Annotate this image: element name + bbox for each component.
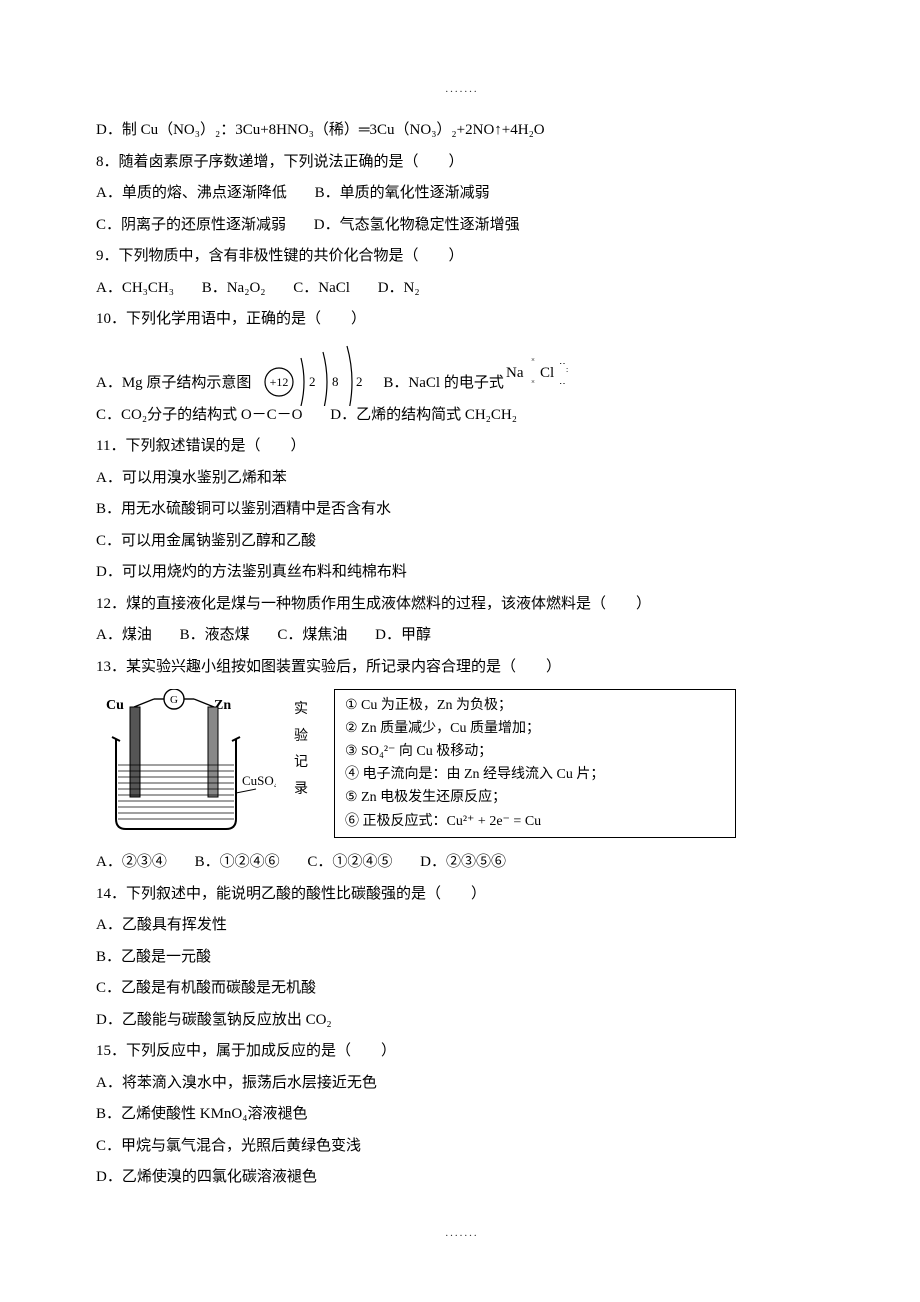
q8-row1: A．单质的熔、沸点逐渐降低 B．单质的氧化性逐渐减弱 xyxy=(96,178,828,210)
svg-text:2: 2 xyxy=(309,374,316,389)
q15-a: A．将苯滴入溴水中，振荡后水层接近无色 xyxy=(96,1068,828,1100)
q9-options: A．CH₃CH₃ B．Na₂O₂ C．NaCl D．N₂ xyxy=(96,273,828,305)
ellipsis-top: ....... xyxy=(96,78,828,101)
rec-label-3: 录 xyxy=(294,777,308,804)
q10-ab-row: A．Mg 原子结构示意图 +12 2 8 2 B．NaCl 的电子式 Na × … xyxy=(96,336,828,400)
svg-text:‥: ‥ xyxy=(559,357,566,367)
q10-c: C．CO₂分子的结构式 O－C－O xyxy=(96,407,303,423)
q15-b: B．乙烯使酸性 KMnO₄溶液褪色 xyxy=(96,1099,828,1131)
q11-c: C．可以用金属钠鉴别乙醇和乙酸 xyxy=(96,526,828,558)
galvanic-cell-icon: Cu Zn G CuSO₄ xyxy=(96,689,276,839)
svg-text:G: G xyxy=(170,694,178,706)
svg-text:CuSO₄: CuSO₄ xyxy=(242,773,276,788)
q11-b: B．用无水硫酸铜可以鉴别酒精中是否含有水 xyxy=(96,494,828,526)
q8-stem: 8．随着卤素原子序数递增，下列说法正确的是（ ） xyxy=(96,147,828,179)
svg-text:2: 2 xyxy=(356,374,363,389)
record-1: ① Cu 为正极，Zn 为负极； xyxy=(345,694,725,717)
q11-stem: 11．下列叙述错误的是（ ） xyxy=(96,431,828,463)
q10-d: D．乙烯的结构简式 CH₂CH₂ xyxy=(330,407,517,423)
q12-b: B．液态煤 xyxy=(180,627,250,643)
q15-stem: 15．下列反应中，属于加成反应的是（ ） xyxy=(96,1036,828,1068)
records-box: ① Cu 为正极，Zn 为负极； ② Zn 质量减少，Cu 质量增加； ③ SO… xyxy=(334,689,736,838)
q10-b-pre: B．NaCl 的电子式 xyxy=(383,368,503,400)
q14-b: B．乙酸是一元酸 xyxy=(96,942,828,974)
q9-d: D．N₂ xyxy=(378,280,420,296)
ellipsis-bottom: ....... xyxy=(96,1222,828,1245)
q9-stem: 9．下列物质中，含有非极性键的共价化合物是（ ） xyxy=(96,241,828,273)
svg-text:×: × xyxy=(531,357,535,364)
q14-d: D．乙酸能与碳酸氢钠反应放出 CO₂ xyxy=(96,1005,828,1037)
q14-c: C．乙酸是有机酸而碳酸是无机酸 xyxy=(96,973,828,1005)
svg-text:‥: ‥ xyxy=(559,376,566,387)
q12-options: A．煤油 B．液态煤 C．煤焦油 D．甲醇 xyxy=(96,620,828,652)
record-5: ⑤ Zn 电极发生还原反应； xyxy=(345,786,725,809)
record-6: ⑥ 正极反应式：Cu²⁺ + 2e⁻ = Cu xyxy=(345,810,725,833)
atom-structure-icon: +12 2 8 2 xyxy=(257,336,377,406)
q11-d: D．可以用烧灼的方法鉴别真丝布料和纯棉布料 xyxy=(96,557,828,589)
record-3: ③ SO₄²⁻ 向 Cu 极移动； xyxy=(345,740,725,763)
svg-text:Cl: Cl xyxy=(540,365,554,381)
q8-row2: C．阴离子的还原性逐渐减弱 D．气态氢化物稳定性逐渐增强 xyxy=(96,210,828,242)
q12-c: C．煤焦油 xyxy=(277,627,347,643)
q14-a: A．乙酸具有挥发性 xyxy=(96,910,828,942)
svg-text:×: × xyxy=(531,378,535,386)
q15-c: C．甲烷与氯气混合，光照后黄绿色变浅 xyxy=(96,1131,828,1163)
record-2: ② Zn 质量减少，Cu 质量增加； xyxy=(345,717,725,740)
q13-c: C．①②④⑤ xyxy=(307,854,392,870)
q14-stem: 14．下列叙述中，能说明乙酸的酸性比碳酸强的是（ ） xyxy=(96,879,828,911)
svg-text:+12: +12 xyxy=(270,375,289,389)
q13-b: B．①②④⑥ xyxy=(195,854,280,870)
q10-a-pre: A．Mg 原子结构示意图 xyxy=(96,368,251,400)
svg-text:Cu: Cu xyxy=(106,698,124,713)
q8-a: A．单质的熔、沸点逐渐降低 xyxy=(96,185,287,201)
svg-text::: : xyxy=(566,365,568,374)
svg-text:Na: Na xyxy=(506,365,524,381)
option-d: D．制 Cu（NO₃）₂：3Cu+8HNO₃（稀）═3Cu（NO₃）₂+2NO↑… xyxy=(96,115,828,147)
nacl-electron-formula-icon: Na × × Cl ‥ ‥ : xyxy=(504,357,576,400)
q9-b: B．Na₂O₂ xyxy=(202,280,266,296)
svg-text:8: 8 xyxy=(332,374,339,389)
q8-d: D．气态氢化物稳定性逐渐增强 xyxy=(314,217,520,233)
rec-label-1: 验 xyxy=(294,724,308,751)
q9-a: A．CH₃CH₃ xyxy=(96,280,174,296)
q13-d: D．②③⑤⑥ xyxy=(420,854,506,870)
q10-stem: 10．下列化学用语中，正确的是（ ） xyxy=(96,304,828,336)
record-4: ④ 电子流向是：由 Zn 经导线流入 Cu 片； xyxy=(345,763,725,786)
q8-b: B．单质的氧化性逐渐减弱 xyxy=(315,185,490,201)
records-label: 实 验 记 录 xyxy=(294,689,316,803)
q9-c: C．NaCl xyxy=(293,280,350,296)
q13-a: A．②③④ xyxy=(96,854,167,870)
q12-d: D．甲醇 xyxy=(375,627,431,643)
q12-a: A．煤油 xyxy=(96,627,152,643)
rec-label-0: 实 xyxy=(294,697,308,724)
q8-c: C．阴离子的还原性逐渐减弱 xyxy=(96,217,286,233)
rec-label-2: 记 xyxy=(294,750,308,777)
q13-stem: 13．某实验兴趣小组按如图装置实验后，所记录内容合理的是（ ） xyxy=(96,652,828,684)
q11-a: A．可以用溴水鉴别乙烯和苯 xyxy=(96,463,828,495)
q15-d: D．乙烯使溴的四氯化碳溶液褪色 xyxy=(96,1162,828,1194)
q12-stem: 12．煤的直接液化是煤与一种物质作用生成液体燃料的过程，该液体燃料是（ ） xyxy=(96,589,828,621)
q13-options: A．②③④ B．①②④⑥ C．①②④⑤ D．②③⑤⑥ xyxy=(96,847,828,879)
q10-cd-row: C．CO₂分子的结构式 O－C－O D．乙烯的结构简式 CH₂CH₂ xyxy=(96,400,828,432)
